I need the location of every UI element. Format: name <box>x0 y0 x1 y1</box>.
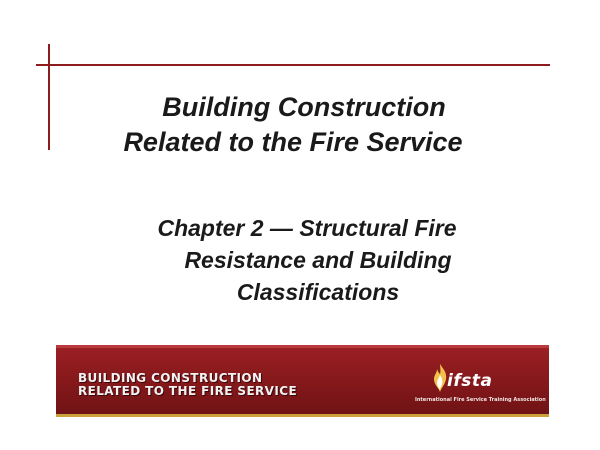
slide-title-line-1: Building Construction <box>162 92 446 122</box>
banner-bottom-stripe <box>56 414 549 417</box>
slide-subtitle-line-3: Classifications <box>236 279 400 305</box>
ifsta-logo: ifsta International Fire Service Trainin… <box>415 359 546 409</box>
slide-subtitle-line-1: Chapter 2 — Structural Fire <box>157 215 457 241</box>
banner-title: BUILDING CONSTRUCTION RELATED TO THE FIR… <box>78 372 297 398</box>
slide-title-line-2: Related to the Fire Service <box>123 127 463 157</box>
slide-title: Building Construction Related to the Fir… <box>0 90 600 160</box>
footer-banner: BUILDING CONSTRUCTION RELATED TO THE FIR… <box>56 345 549 417</box>
horizontal-accent-rule <box>36 64 550 66</box>
slide: Building Construction Related to the Fir… <box>0 0 600 450</box>
banner-top-stripe <box>56 345 549 348</box>
logo-wordmark: ifsta <box>447 371 493 391</box>
banner-title-line-2: RELATED TO THE FIRE SERVICE <box>78 384 298 398</box>
slide-subtitle-line-2: Resistance and Building <box>184 247 452 273</box>
logo-caption: International Fire Service Training Asso… <box>415 397 546 403</box>
slide-subtitle: Chapter 2 — Structural Fire Resistance a… <box>0 212 600 308</box>
